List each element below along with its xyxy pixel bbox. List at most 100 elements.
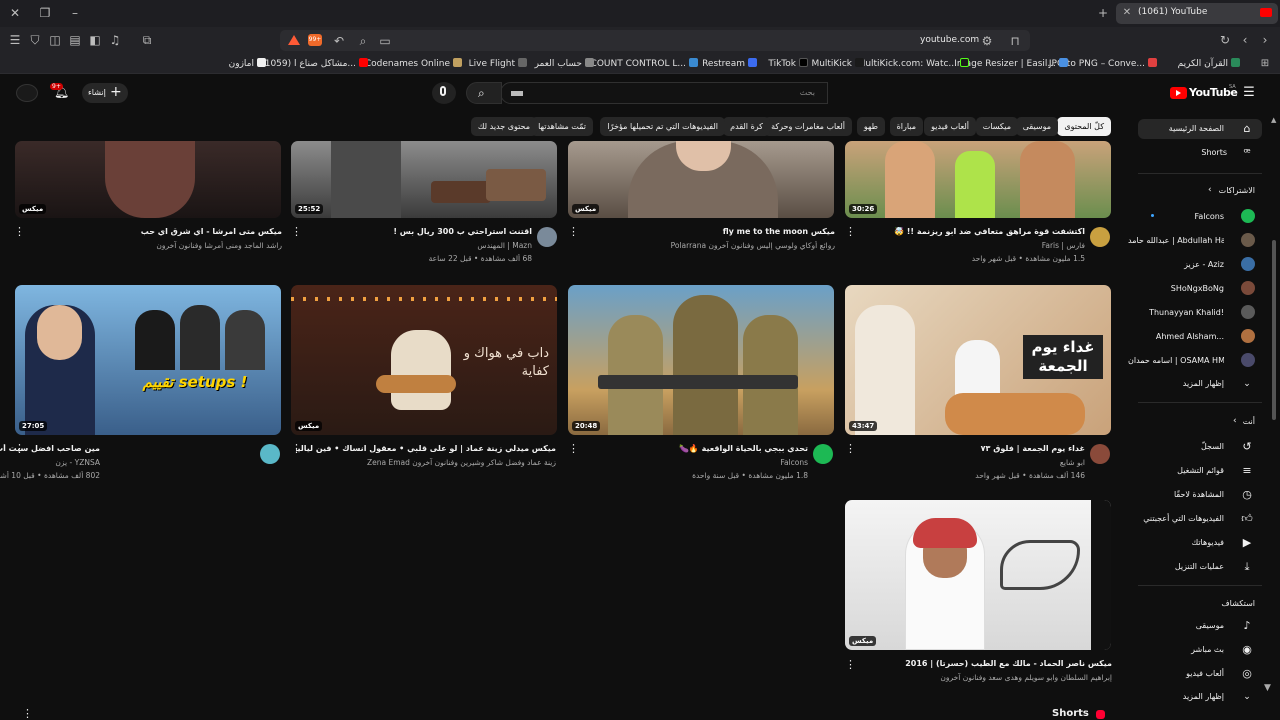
channel-avatar[interactable] [537,227,557,247]
back-icon[interactable]: ‹ [1238,33,1252,47]
watch-later-icon[interactable]: ◷ [1240,488,1254,502]
more-options-icon[interactable]: ⋮ [845,443,856,454]
shield-icon[interactable]: ⛉ [28,33,42,47]
video-thumbnail[interactable]: ميكس [568,141,834,218]
new-tab-icon[interactable]: + [1096,6,1110,20]
download-icon[interactable]: ⤓ [1240,560,1254,574]
active-tab[interactable]: ✕ (1061) YouTube [1116,3,1278,24]
video-thumbnail[interactable]: 25:52 [291,141,557,218]
more-options-icon[interactable]: ⋮ [568,443,579,454]
apps-grid-icon[interactable]: ⊞ [1258,57,1272,71]
video-channel[interactable]: فارس | Faris [885,241,1085,250]
bookmark-count-control[interactable]: COUNT CONTROL L... [591,58,698,70]
chip-all[interactable]: كلّ المحتوى [1057,117,1111,136]
chip-mixes[interactable]: ميكسات [975,117,1018,136]
sidebar-label-shorts[interactable]: Shorts [1201,147,1227,159]
video-channel[interactable]: Falcons [608,458,808,467]
sidebar-sub-shongxbong[interactable]: SHoNgxBoNg [1171,283,1224,295]
extension-badge-icon[interactable]: 99+ [308,34,322,46]
sidebar-sub-osama[interactable]: اسامه حمدان | OSAMA HMDAN [1128,355,1224,367]
more-options-icon[interactable]: ⋮ [291,443,302,454]
chevron-down-icon[interactable]: ⌄ [1240,377,1254,391]
video-thumbnail[interactable]: ميكس [15,141,281,218]
channel-avatar[interactable] [1090,227,1110,247]
channel-avatar[interactable] [1090,444,1110,464]
voice-search-button[interactable] [432,82,456,104]
reload-icon[interactable]: ↻ [1218,33,1232,47]
restore-window-icon[interactable]: ❐ [38,6,52,20]
sidebar-sub-thunayyan[interactable]: Thunayyan Khalid! [1149,307,1224,319]
address-bar[interactable]: 99+ ↶ ⌕ ▭ youtube.com ⚙ ⊓ [280,30,1030,51]
lens-search-icon[interactable]: ⌕ [356,34,370,48]
sidebar-you-your-videos[interactable]: فيديوهاتك [1192,537,1224,549]
video-title[interactable]: ميكس fly me to the moon [605,227,835,236]
sidebar-explore-gaming[interactable]: ألعاب فيديو [1186,668,1224,680]
avatar-thunayyan[interactable] [1241,305,1255,319]
chip-recent[interactable]: الفيديوهات التي تم تحميلها مؤخرًا [600,117,725,136]
bookmark-tiktok[interactable]: TikTok [768,58,808,70]
avatar-osama-hmdan[interactable] [1241,353,1255,367]
video-channel[interactable]: زينة عماد وفضل شاكر وشيرين وفنانون آخرون… [316,458,556,467]
playlist-icon[interactable]: ≡ [1240,464,1254,478]
bookmark-multikick[interactable]: MultiKick [811,58,864,70]
sidebar-show-more-subs[interactable]: إظهار المزيد [1183,378,1224,390]
channel-avatar[interactable] [813,444,833,464]
bookmark-image-resizer[interactable]: Image Resizer | Easil... [954,58,1068,70]
wallet-icon[interactable]: ◫ [48,33,62,47]
video-title[interactable]: ميكس ناصر الحماد - مالك مع الطيب (حسرتا)… [872,659,1112,668]
scroll-down-arrow-icon[interactable]: ▼ [1264,683,1271,693]
avatar-falcons[interactable] [1241,209,1255,223]
sidebar-scrollbar[interactable] [1272,240,1276,420]
live-icon[interactable]: ◉ [1240,643,1254,657]
video-thumbnail[interactable]: داب في هواك و كفاية ميكس [291,285,557,435]
sidebar-you-downloads[interactable]: عمليات التنزيل [1175,561,1224,573]
create-button[interactable]: + إنشاء [82,83,128,103]
bookmark-live-flight[interactable]: Live Flight [469,58,527,70]
chip-cooking[interactable]: طهو [856,117,885,136]
video-thumbnail[interactable]: 20:48 [568,285,834,435]
close-tab-icon[interactable]: ✕ [1120,6,1134,20]
scroll-up-arrow-icon[interactable]: ▲ [1271,116,1276,124]
video-title[interactable]: تحدي ببجي بالحياة الواقعية 🔥🍆 [608,444,808,453]
video-thumbnail[interactable]: غداء يوم الجمعة 43:47 [845,285,1111,435]
like-icon[interactable]: 👍︎ [1240,512,1254,526]
more-options-icon[interactable]: ⋮ [568,226,579,237]
video-channel[interactable]: Mazn | المهندس [332,241,532,250]
video-thumbnail[interactable]: 30:26 [845,141,1111,218]
more-options-icon[interactable]: ⋮ [845,659,856,670]
bookmark-quran[interactable]: القرآن الكريم [1178,58,1240,70]
sidebar-sub-falcons[interactable]: Falcons [1194,211,1224,223]
avatar-shongxbong[interactable] [1241,281,1255,295]
video-title[interactable]: اقتنت استراحتي ب 300 ريال بس ! [332,227,532,236]
chip-watched[interactable]: تمّت مشاهدتها [531,117,593,136]
sidebar-explore-music[interactable]: موسيقى [1196,620,1224,632]
chip-match[interactable]: مباراة [889,117,923,136]
music-icon[interactable]: ♪ [1240,619,1254,633]
your-videos-icon[interactable]: ▶ [1240,536,1254,550]
more-options-icon[interactable]: ⋮ [22,708,33,719]
chip-adventure[interactable]: ألعاب مغامرات وحركة [764,117,852,136]
avatar-ahmed-alsham[interactable] [1241,329,1255,343]
sidebar-you-history[interactable]: السجلّ [1201,441,1224,453]
sidebar-icon[interactable]: ◧ [88,33,102,47]
chip-gaming[interactable]: ألعاب فيديو [924,117,976,136]
more-options-icon[interactable]: ⋮ [14,226,25,237]
url-text[interactable]: youtube.com [920,35,979,45]
video-channel[interactable]: YZNSA - يزن [0,458,100,467]
chip-music[interactable]: موسيقى [1015,117,1058,136]
sidebar-you-liked[interactable]: الفيديوهات التي أعجبتني [1143,513,1224,525]
avatar-abdullah-hamed[interactable] [1241,233,1255,247]
bookmark-codenames[interactable]: Codenames Online [365,58,462,70]
you-heading[interactable]: أنت [1243,417,1255,426]
video-channel[interactable]: راشد الماجد ومنى أمرشا وفنانون آخرون [42,241,282,250]
search-input[interactable]: بحث [800,88,815,97]
bookmark-multikick-watch[interactable]: MultiKick.com: Watc... [858,58,969,70]
hamburger-menu-icon[interactable]: ☰ [1242,86,1256,100]
reader-icon[interactable]: ▤ [68,33,82,47]
sidebar-sub-abdullah[interactable]: عبدالله حامد | Abdullah Hamed [1128,235,1224,247]
subscriptions-heading[interactable]: الاشتراكات [1219,186,1255,195]
more-options-icon[interactable]: ⋮ [291,226,302,237]
youtube-logo[interactable]: YouTube SA [1168,84,1238,102]
sidebar-sub-aziz[interactable]: عزيز - Aziz [1184,259,1224,271]
music-player-icon[interactable]: ♫ [108,33,122,47]
